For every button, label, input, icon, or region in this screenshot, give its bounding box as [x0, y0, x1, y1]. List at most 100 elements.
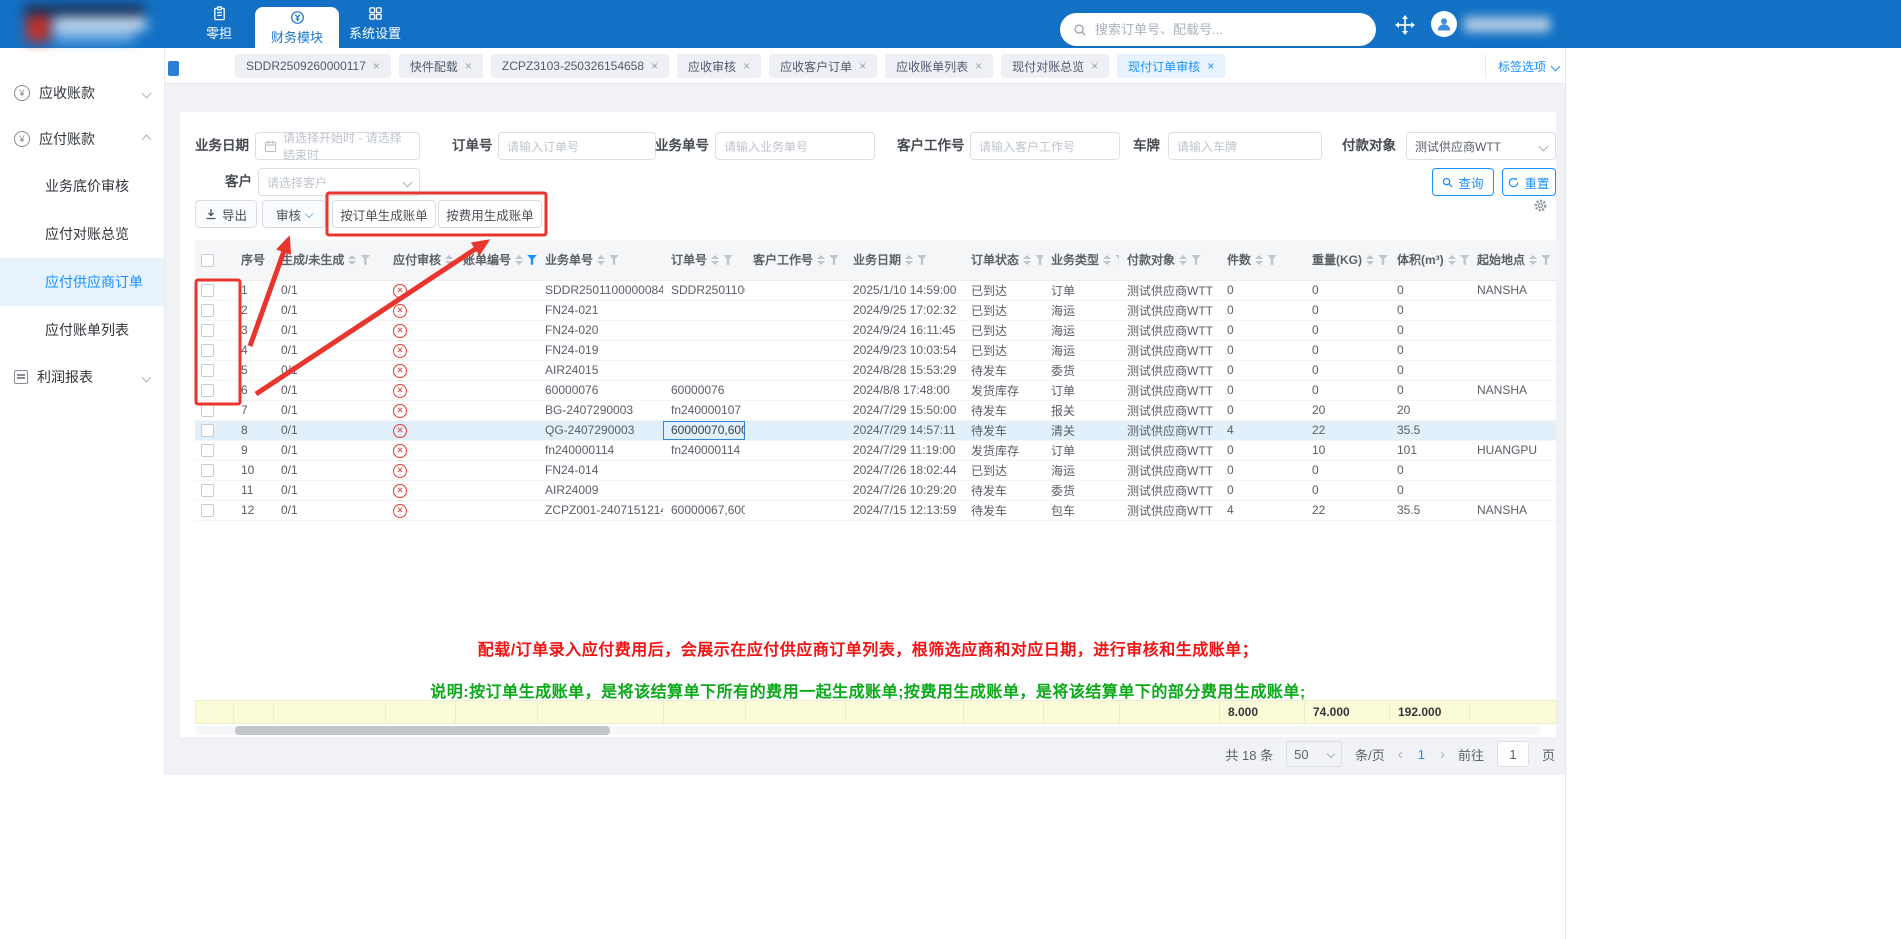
sort-carets-icon[interactable] — [348, 254, 357, 265]
table-row[interactable]: 12 0/1 ✕ ZCPZ001-240715121420 60000067,6… — [195, 500, 1556, 521]
table-row[interactable]: 11 0/1 ✕ AIR24009 2024/7/26 10:29:20 待发车… — [195, 480, 1556, 501]
table-row[interactable]: 2 0/1 ✕ FN24-021 2024/9/25 17:02:32 已到达 … — [195, 300, 1556, 321]
column-settings-gear-icon[interactable] — [1533, 198, 1548, 213]
sort-carets-icon[interactable] — [1529, 254, 1538, 265]
row-checkbox[interactable] — [201, 364, 214, 378]
page-tab[interactable]: 快件配载 × — [398, 54, 483, 78]
filter-funnel-icon[interactable] — [1541, 254, 1552, 265]
nav-item-settings[interactable]: 系统设置 — [339, 0, 411, 48]
column-header[interactable]: 重量(KG) — [1304, 240, 1389, 281]
customer-select[interactable]: 请选择客户 — [258, 168, 420, 196]
filter-funnel-icon[interactable] — [527, 254, 537, 265]
page-size-select[interactable]: 50 — [1286, 741, 1343, 767]
sort-carets-icon[interactable] — [515, 254, 524, 265]
sort-carets-icon[interactable] — [905, 254, 914, 265]
column-header[interactable]: 订单号 — [663, 240, 745, 281]
column-header[interactable]: 业务类型 — [1043, 240, 1119, 281]
prev-page-button[interactable]: ‹ — [1398, 746, 1403, 763]
column-header[interactable]: 账单编号 — [455, 240, 537, 281]
sort-carets-icon[interactable] — [597, 254, 606, 265]
page-tab[interactable]: 应收客户订单 × — [769, 54, 878, 78]
tab-scroll-indicator[interactable] — [168, 61, 179, 76]
date-range-input[interactable]: 请选择开始时 - 请选择结束时 — [255, 131, 420, 162]
customer-job-input[interactable]: 请输入客户工作号 — [970, 132, 1120, 160]
order-no-input[interactable]: 请输入订单号 — [498, 132, 656, 160]
export-button[interactable]: 导出 — [195, 200, 257, 228]
next-page-button[interactable]: › — [1440, 746, 1445, 763]
filter-funnel-icon[interactable] — [609, 254, 620, 265]
page-tab[interactable]: SDDR2509260000117 × — [235, 54, 391, 78]
filter-funnel-icon[interactable] — [360, 254, 371, 265]
row-checkbox[interactable] — [201, 404, 214, 418]
page-tab[interactable]: ZCPZ3103-250326154658 × — [490, 54, 670, 78]
row-checkbox[interactable] — [201, 484, 214, 498]
row-checkbox[interactable] — [201, 444, 214, 458]
tab-close-icon[interactable]: × — [1091, 59, 1098, 73]
cell-order-no[interactable] — [663, 300, 745, 321]
cell-order-no[interactable]: 60000076 — [663, 380, 745, 401]
reset-button[interactable]: 重置 — [1502, 168, 1556, 196]
sort-carets-icon[interactable] — [1366, 254, 1374, 265]
tab-close-icon[interactable]: × — [975, 59, 982, 73]
sort-carets-icon[interactable] — [1179, 254, 1188, 265]
table-row[interactable]: 10 0/1 ✕ FN24-014 2024/7/26 18:02:44 已到达… — [195, 460, 1556, 481]
column-header[interactable]: 序号 — [233, 240, 273, 281]
sidebar-subitem[interactable]: 应付供应商订单 — [0, 258, 164, 306]
table-row[interactable]: 9 0/1 ✕ fn240000114 fn240000114 2024/7/2… — [195, 440, 1556, 461]
filter-funnel-icon[interactable] — [917, 254, 928, 265]
nav-item-finance[interactable]: 财务模块 — [255, 7, 339, 48]
tab-close-icon[interactable]: × — [651, 59, 658, 73]
sort-carets-icon[interactable] — [711, 254, 720, 265]
sort-carets-icon[interactable] — [1447, 254, 1456, 265]
sidebar-item-receivable[interactable]: ¥ 应收账款 — [0, 70, 164, 116]
column-header[interactable]: 客户工作号 — [745, 240, 845, 281]
payee-select[interactable]: 测试供应商WTT — [1406, 132, 1556, 160]
goto-page-input[interactable] — [1496, 741, 1529, 767]
sort-carets-icon[interactable] — [1023, 254, 1032, 265]
cell-order-no[interactable]: SDDR2501100... — [663, 280, 745, 301]
sidebar-item-profit[interactable]: 利润报表 — [0, 354, 164, 400]
table-row[interactable]: 1 0/1 ✕ SDDR2501100000084 SDDR2501100...… — [195, 280, 1556, 301]
table-row[interactable]: 4 0/1 ✕ FN24-019 2024/9/23 10:03:54 已到达 … — [195, 340, 1556, 361]
tab-close-icon[interactable]: × — [465, 59, 472, 73]
column-header[interactable]: 订单状态 — [963, 240, 1043, 281]
table-row[interactable]: 6 0/1 ✕ 60000076 60000076 2024/8/8 17:48… — [195, 380, 1556, 401]
cell-order-no[interactable] — [663, 360, 745, 381]
page-tab[interactable]: 现付对账总览 × — [1001, 54, 1110, 78]
sort-carets-icon[interactable] — [1103, 254, 1112, 265]
nav-item-ltl[interactable]: 零担 — [183, 0, 255, 48]
row-checkbox[interactable] — [201, 344, 214, 358]
table-row[interactable]: 5 0/1 ✕ AIR24015 2024/8/28 15:53:29 待发车 … — [195, 360, 1556, 381]
column-header[interactable]: 件数 — [1219, 240, 1304, 281]
cell-order-no[interactable] — [663, 340, 745, 361]
filter-funnel-icon[interactable] — [829, 254, 840, 265]
global-search-input[interactable] — [1095, 22, 1363, 37]
cell-order-no[interactable]: fn240000107 — [663, 400, 745, 421]
select-all-checkbox[interactable] — [201, 253, 214, 267]
column-header[interactable]: 业务单号 — [537, 240, 663, 281]
column-header[interactable]: 起始地点 — [1469, 240, 1556, 281]
biz-no-input[interactable]: 请输入业务单号 — [715, 132, 875, 160]
cell-order-no[interactable]: 60000067,600... — [663, 500, 745, 521]
sidebar-subitem[interactable]: 应付账单列表 — [0, 306, 164, 354]
table-row[interactable]: 3 0/1 ✕ FN24-020 2024/9/24 16:11:45 已到达 … — [195, 320, 1556, 341]
row-checkbox[interactable] — [201, 504, 214, 518]
page-tab[interactable]: 现付订单审核 × — [1117, 54, 1226, 78]
row-checkbox[interactable] — [201, 424, 214, 438]
filter-funnel-icon[interactable] — [723, 254, 734, 265]
cell-order-no[interactable] — [663, 460, 745, 481]
column-header[interactable]: 生成/未生成 — [273, 240, 385, 281]
move-cross-icon[interactable] — [1394, 14, 1416, 36]
sort-carets-icon[interactable] — [445, 254, 454, 265]
generate-by-fee-button[interactable]: 按费用生成账单 — [438, 200, 542, 228]
tab-close-icon[interactable]: × — [373, 59, 380, 73]
column-header[interactable]: 业务日期 — [845, 240, 963, 281]
page-tab[interactable]: 应收账单列表 × — [885, 54, 994, 78]
column-header[interactable]: 应付审核 — [385, 240, 455, 281]
tab-close-icon[interactable]: × — [1207, 59, 1214, 73]
tab-close-icon[interactable]: × — [859, 59, 866, 73]
cell-order-no[interactable]: fn240000114 — [663, 440, 745, 461]
filter-funnel-icon[interactable] — [1191, 254, 1202, 265]
sort-carets-icon[interactable] — [1255, 254, 1264, 265]
sidebar-subitem[interactable]: 应付对账总览 — [0, 210, 164, 258]
